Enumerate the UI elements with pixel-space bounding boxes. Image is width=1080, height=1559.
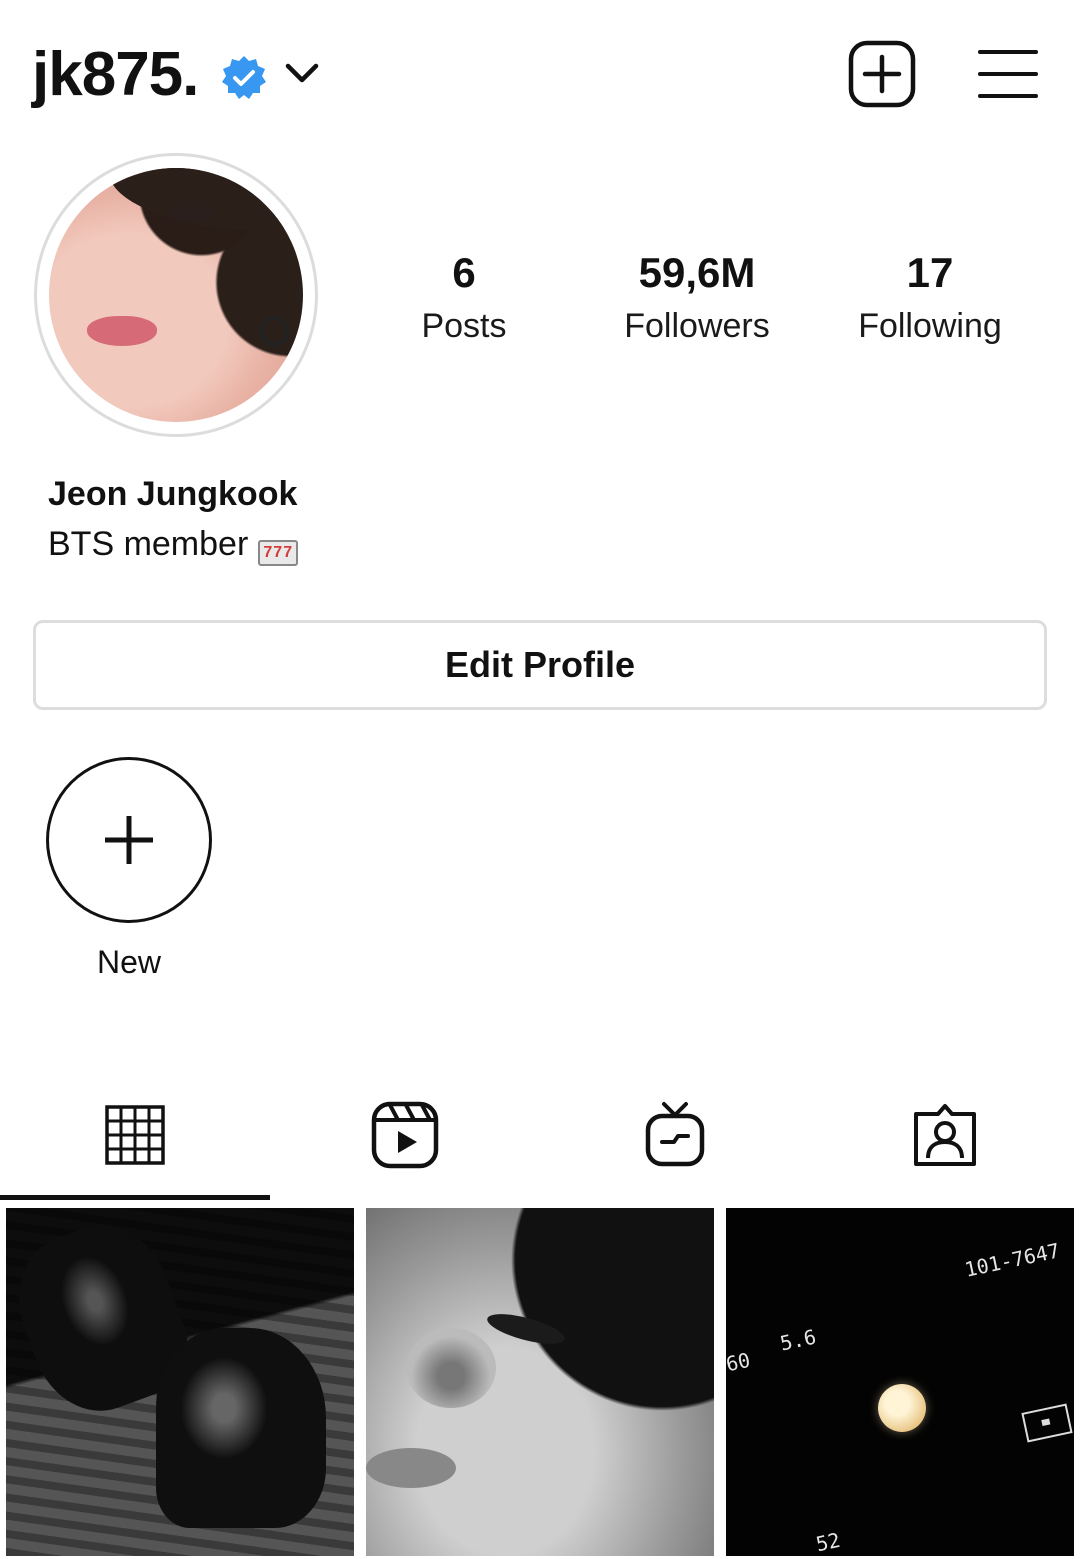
- reels-icon[interactable]: [370, 1100, 440, 1170]
- new-post-button[interactable]: [848, 40, 916, 108]
- top-bar: jk875.: [0, 0, 1080, 140]
- active-tab-indicator: [0, 1195, 270, 1200]
- followers-count[interactable]: 59,6M Followers: [597, 250, 797, 350]
- grid-icon[interactable]: [100, 1100, 170, 1170]
- profile-picture-ring[interactable]: [34, 153, 318, 437]
- username[interactable]: jk875.: [32, 40, 199, 110]
- new-highlight-button[interactable]: [46, 757, 212, 923]
- posts-count-label: Posts: [421, 307, 507, 345]
- slot-machine-emoji: 777: [258, 540, 299, 566]
- igtv-icon[interactable]: [640, 1100, 710, 1170]
- post-overlay-text: 101-7647: [962, 1238, 1062, 1282]
- bio-text: BTS member: [48, 525, 249, 563]
- edit-profile-button[interactable]: Edit Profile: [33, 620, 1047, 710]
- post-overlay-text: 5.6: [777, 1324, 819, 1356]
- following-count[interactable]: 17 Following: [830, 250, 1030, 350]
- followers-count-label: Followers: [624, 307, 770, 345]
- chevron-down-icon[interactable]: [282, 56, 322, 92]
- following-count-value: 17: [906, 249, 954, 296]
- post-thumbnail[interactable]: [366, 1208, 714, 1556]
- post-overlay-text: 60: [726, 1347, 753, 1377]
- posts-count[interactable]: 6 Posts: [364, 250, 564, 350]
- post-thumbnail[interactable]: 101-7647 5.6 60 52: [726, 1208, 1074, 1556]
- avatar: [49, 168, 303, 422]
- followers-count-value: 59,6M: [638, 249, 756, 296]
- moon-image: [878, 1384, 926, 1432]
- plus-icon: [105, 816, 153, 864]
- following-count-label: Following: [858, 307, 1002, 345]
- profile-bio: BTS member 777: [48, 524, 299, 566]
- new-highlight-label: New: [96, 944, 161, 980]
- profile-page: jk875. 6 Posts 59,6M Followers 17 Follow…: [0, 0, 1080, 1559]
- tagged-person-icon[interactable]: [910, 1100, 980, 1170]
- post-overlay-text: 52: [813, 1527, 843, 1556]
- post-thumbnail[interactable]: [6, 1208, 354, 1556]
- posts-count-value: 6: [452, 249, 476, 296]
- viewfinder-icon: [1021, 1403, 1073, 1443]
- profile-name: Jeon Jungkook: [48, 475, 298, 513]
- verified-badge-icon: [222, 56, 266, 99]
- menu-button[interactable]: [976, 44, 1040, 104]
